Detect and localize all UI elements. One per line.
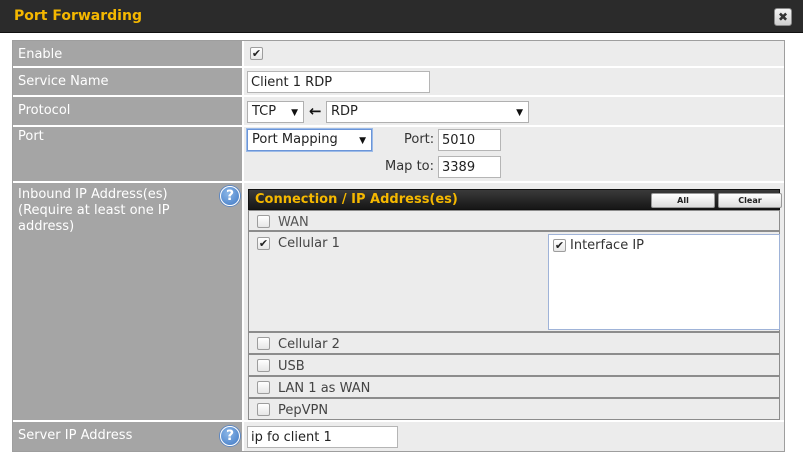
port-field-label: Port: [404,132,435,147]
protocol-service-select[interactable]: RDP ▼ [326,101,529,123]
enable-row: Enable [13,41,784,66]
enable-checkbox[interactable] [250,47,263,60]
enable-label: Enable [13,41,242,66]
arrow-left-icon: ← [309,102,322,120]
connection-item-pepvpn: PepVPN [248,398,780,420]
chevron-down-icon: ▼ [359,136,366,146]
connection-name: USB [278,359,305,374]
dialog-title: Port Forwarding [14,8,142,24]
port-row: Port Port Mapping ▼ Port: Map to: [13,127,784,181]
connection-table-header: Connection / IP Address(es) All Clear [248,189,782,210]
connection-name: WAN [278,215,309,230]
cellular-2-checkbox[interactable] [257,337,270,350]
inbound-ip-label: Inbound IP Address(es) (Require at least… [13,183,242,420]
port-input[interactable] [438,129,501,151]
dialog-titlebar: Port Forwarding ✖ [0,0,803,33]
connection-item-cellular-1: Cellular 1 Interface IP [248,231,780,332]
service-name-row: Service Name [13,68,784,95]
connection-item-cellular-2: Cellular 2 [248,332,780,354]
map-to-input[interactable] [438,156,501,178]
server-ip-row: Server IP Address ? [13,422,784,451]
connection-item-wan: WAN [248,210,780,231]
server-ip-input[interactable] [247,426,398,448]
service-name-input[interactable] [247,71,430,93]
connection-item-lan-1-as-wan: LAN 1 as WAN [248,376,780,398]
connection-name: Cellular 1 [278,236,340,251]
port-forwarding-form: Enable Service Name Protocol TCP ▼ ← RDP… [12,40,785,452]
connection-name: Cellular 2 [278,337,340,352]
service-name-label: Service Name [13,68,242,95]
lan-1-as-wan-checkbox[interactable] [257,381,270,394]
connection-item-usb: USB [248,354,780,376]
server-ip-label: Server IP Address [13,422,242,451]
connection-name: PepVPN [278,403,329,418]
port-mode-select[interactable]: Port Mapping ▼ [247,129,372,151]
inbound-ip-row: Inbound IP Address(es) (Require at least… [13,183,784,420]
help-icon[interactable]: ? [220,426,240,446]
connection-header-title: Connection / IP Address(es) [255,192,458,207]
pepvpn-checkbox[interactable] [257,403,270,416]
usb-checkbox[interactable] [257,359,270,372]
chevron-down-icon: ▼ [291,108,298,118]
protocol-select[interactable]: TCP ▼ [247,101,304,123]
port-label: Port [13,127,242,181]
cellular-1-checkbox[interactable] [257,237,270,250]
select-all-button[interactable]: All [651,193,715,208]
interface-ip-checkbox[interactable] [553,239,566,252]
wan-checkbox[interactable] [257,215,270,228]
map-to-label: Map to: [385,159,434,174]
connection-name: LAN 1 as WAN [278,381,371,396]
help-icon[interactable]: ? [220,186,240,206]
close-icon[interactable]: ✖ [774,8,792,26]
chevron-down-icon: ▼ [516,108,523,118]
interface-ip-label: Interface IP [570,238,645,253]
clear-button[interactable]: Clear [718,193,782,208]
protocol-label: Protocol [13,97,242,125]
protocol-row: Protocol TCP ▼ ← RDP ▼ [13,97,784,125]
cellular-1-ip-list: Interface IP [548,234,780,330]
